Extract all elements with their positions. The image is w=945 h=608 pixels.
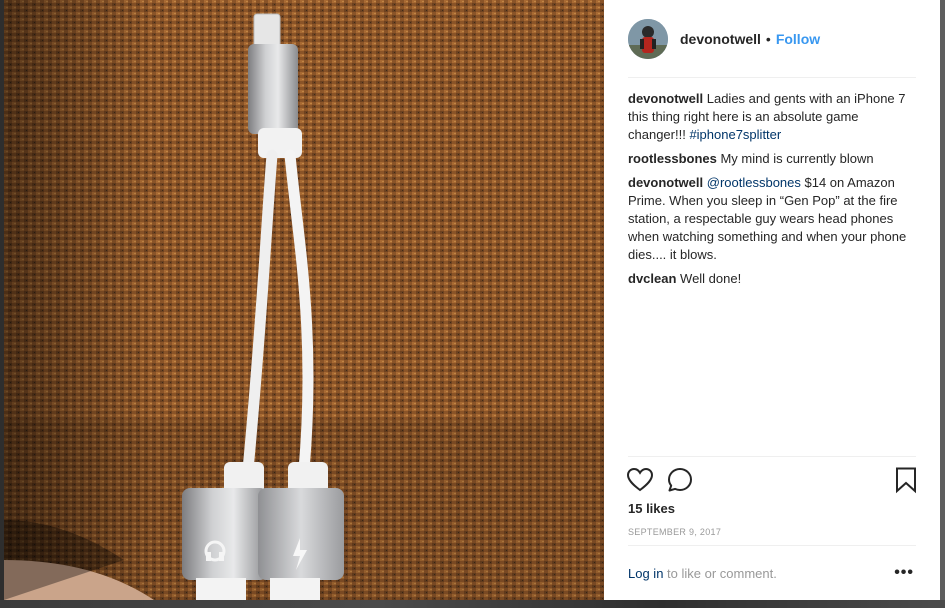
backdrop-bottom bbox=[0, 600, 945, 608]
bookmark-icon[interactable] bbox=[892, 466, 920, 494]
follow-button[interactable]: Follow bbox=[776, 31, 820, 47]
comment-item: dvclean Well done! bbox=[628, 270, 918, 288]
heart-icon[interactable] bbox=[626, 466, 654, 494]
instagram-post-view: devonotwell • Follow devonotwell Ladies … bbox=[0, 0, 945, 608]
splitter-cable-photo bbox=[4, 0, 604, 600]
comment-username[interactable]: devonotwell bbox=[628, 175, 703, 190]
avatar[interactable] bbox=[628, 19, 668, 59]
avatar-image bbox=[628, 19, 668, 59]
post-header: devonotwell • Follow bbox=[628, 17, 918, 61]
comment-username[interactable]: dvclean bbox=[628, 271, 676, 286]
post-photo[interactable] bbox=[4, 0, 604, 600]
login-link[interactable]: Log in bbox=[628, 566, 663, 581]
post-date: SEPTEMBER 9, 2017 bbox=[628, 527, 722, 537]
login-prompt-text: to like or comment. bbox=[663, 566, 777, 581]
footer-divider bbox=[628, 545, 916, 546]
mention-link[interactable]: @rootlessbones bbox=[707, 175, 801, 190]
comment-item: devonotwell @rootlessbones $14 on Amazon… bbox=[628, 174, 918, 264]
comment-item: rootlessbones My mind is currently blown bbox=[628, 150, 918, 168]
hashtag-link[interactable]: #iphone7splitter bbox=[689, 127, 781, 142]
comment-bubble-icon[interactable] bbox=[666, 466, 694, 494]
comment-username[interactable]: rootlessbones bbox=[628, 151, 717, 166]
comment-caption: devonotwell Ladies and gents with an iPh… bbox=[628, 90, 918, 144]
actions-divider bbox=[628, 456, 916, 457]
comment-text: Well done! bbox=[676, 271, 742, 286]
comment-list: devonotwell Ladies and gents with an iPh… bbox=[628, 90, 918, 294]
header-separator: • bbox=[765, 31, 771, 47]
login-prompt: Log in to like or comment. ••• bbox=[628, 564, 918, 582]
header-divider bbox=[628, 77, 916, 78]
comment-username[interactable]: devonotwell bbox=[628, 91, 703, 106]
post-author-username[interactable]: devonotwell bbox=[680, 31, 761, 47]
likes-count[interactable]: 15 likes bbox=[628, 501, 675, 516]
backdrop-right bbox=[940, 0, 945, 608]
ellipsis-icon[interactable]: ••• bbox=[894, 564, 914, 582]
action-bar bbox=[626, 466, 920, 494]
comment-text: My mind is currently blown bbox=[716, 151, 874, 166]
post-side-panel: devonotwell • Follow devonotwell Ladies … bbox=[604, 0, 940, 600]
